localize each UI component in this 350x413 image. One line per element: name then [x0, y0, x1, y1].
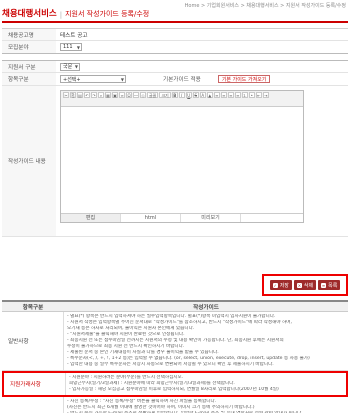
table-row: 지원가래사항 - 지원분야 : 지원하려는 분야(부문)를 반드시 선택하십시오.…	[2, 371, 348, 397]
indent-icon[interactable]: ⇥	[262, 92, 269, 98]
page-title: 채용대행서비스 | 지원서 작성가이드 등록/수정	[2, 9, 348, 23]
special-char-icon[interactable]: Ω	[126, 92, 132, 98]
row-label: 지원가래사항	[4, 373, 66, 395]
title-separator: |	[59, 11, 63, 19]
action-buttons: ✓ 저장 × 삭제 ≡ 목록	[262, 274, 348, 296]
delete-button[interactable]: × 삭제	[293, 280, 317, 290]
line-icon[interactable]: ―	[133, 92, 139, 98]
chevron-down-icon: ▼	[76, 44, 80, 50]
align-left-icon[interactable]: ≡	[213, 92, 220, 98]
item-select[interactable]: +선택+ ▼	[60, 75, 126, 83]
row-label: 일반사항	[2, 312, 64, 370]
row-label	[2, 397, 64, 413]
header-item: 항목구분	[22, 304, 44, 311]
align-center-icon[interactable]: ≡	[220, 92, 227, 98]
justify-icon[interactable]: ≡	[234, 92, 241, 98]
type-label: 지원서 구분	[2, 61, 56, 72]
redo-icon[interactable]: ↷	[91, 92, 97, 98]
find-icon[interactable]: ⌕	[98, 92, 104, 98]
save-label: 저장	[279, 282, 289, 289]
paste-icon[interactable]: ▤	[77, 92, 83, 98]
header-guide: 작성가이드	[193, 304, 219, 311]
editor-toolbar: ✂ ⎘ ▤ ↶ ↷ ⌕ ▦ ▣ ∞ Ω ― ◇ 글꼴 크기 B I U S A …	[61, 91, 303, 107]
field-select-value: 111	[63, 44, 73, 50]
form-row-type: 지원서 구분 국문 ▼	[2, 60, 348, 73]
align-right-icon[interactable]: ≡	[227, 92, 234, 98]
chevron-down-icon: ▼	[120, 76, 124, 82]
item-label: 항목구분	[2, 73, 56, 85]
guide-line: - 입력한 내용 중 일부 특수문자는 저장시 자동으로 변환되어 저장될 수 …	[67, 362, 274, 367]
field-select[interactable]: 111 ▼	[60, 43, 82, 51]
link-icon[interactable]: ∞	[119, 92, 125, 98]
default-guide-label: 기본가이드 적용	[163, 77, 201, 83]
field-label: 모집분야	[2, 41, 56, 53]
unordered-list-icon[interactable]: •	[248, 92, 255, 98]
row-guide-text: - 별표(*) 항목은 반드시 입력하셔야 하는 필수입력항목입니다. 별표(*…	[64, 312, 348, 370]
undo-icon[interactable]: ↶	[84, 92, 90, 98]
guide-line: - 입사가능일 : 해당 모집공고 접수마감일 이후로 입력하시되, 연월일 8…	[69, 387, 279, 392]
save-icon: ✓	[272, 282, 278, 288]
image-icon[interactable]: ▣	[112, 92, 118, 98]
row-guide-text: - 지원분야 : 지원하려는 분야(부문)를 반드시 선택하십시오. 희망근무지…	[66, 373, 346, 395]
table-row: 일반사항 - 별표(*) 항목은 반드시 입력하셔야 하는 필수입력항목입니다. …	[2, 312, 348, 371]
table-icon[interactable]: ▦	[105, 92, 111, 98]
load-default-guide-button[interactable]: 기본 가이드 가져오기	[217, 75, 271, 83]
table-row: - 사진 등록/수정 : "사진 등록/수정" 버튼을 클릭하여 사진 파일을 …	[2, 397, 348, 413]
form-row-notice: 채용공고명 테스트 공고	[2, 29, 348, 41]
guide-table-header: 항목구분 작성가이드	[2, 302, 348, 312]
save-button[interactable]: ✓ 저장	[269, 280, 292, 290]
italic-icon[interactable]: I	[178, 92, 185, 98]
bold-icon[interactable]: B	[171, 92, 178, 98]
source-icon[interactable]: ◇	[140, 92, 146, 98]
form-row-item: 항목구분 +선택+ ▼ 기본가이드 적용 기본 가이드 가져오기	[2, 73, 348, 86]
editor-body[interactable]	[61, 107, 303, 213]
list-button[interactable]: ≡ 목록	[318, 280, 341, 290]
copy-icon[interactable]: ⎘	[70, 92, 76, 98]
page-title-sub: 지원서 작성가이드 등록/수정	[65, 10, 150, 18]
delete-icon: ×	[296, 282, 302, 288]
page-title-main: 채용대행서비스	[2, 9, 57, 19]
list-icon: ≡	[321, 282, 327, 288]
ordered-list-icon[interactable]: ⒈	[241, 92, 248, 98]
guide-table: 항목구분 작성가이드 일반사항 - 별표(*) 항목은 반드시 입력하셔야 하는 …	[2, 300, 348, 413]
guide-table-body: 일반사항 - 별표(*) 항목은 반드시 입력하셔야 하는 필수입력항목입니다. …	[2, 312, 348, 413]
size-select[interactable]: 크기	[159, 92, 171, 98]
list-label: 목록	[328, 282, 338, 289]
guide-form: 채용공고명 테스트 공고 모집분야 111 ▼ 지원서 구분 국문 ▼ 항목구분 +…	[2, 28, 348, 237]
notice-label: 채용공고명	[2, 29, 56, 40]
type-select-value: 국문	[63, 64, 73, 70]
form-row-field: 모집분야 111 ▼	[2, 41, 348, 54]
underline-icon[interactable]: U	[185, 92, 192, 98]
font-color-icon[interactable]: A	[199, 92, 206, 98]
form-row-guide-content: 작성가이드 내용 ✂ ⎘ ▤ ↶ ↷ ⌕ ▦ ▣ ∞ Ω ― ◇ 글꼴 크기 B…	[2, 86, 348, 237]
strikethrough-icon[interactable]: S	[192, 92, 199, 98]
notice-value: 테스트 공고	[60, 32, 88, 39]
tab-html[interactable]: html	[121, 214, 181, 222]
rich-text-editor: ✂ ⎘ ▤ ↶ ↷ ⌕ ▦ ▣ ∞ Ω ― ◇ 글꼴 크기 B I U S A …	[60, 90, 304, 223]
delete-label: 삭제	[303, 282, 314, 289]
guide-content-label: 작성가이드 내용	[2, 86, 56, 236]
editor-tabs: 편집 html 미리보기	[61, 213, 303, 222]
bg-color-icon[interactable]: ▲	[206, 92, 213, 98]
type-select[interactable]: 국문 ▼	[60, 62, 80, 71]
row-guide-text: - 사진 등록/수정 : "사진 등록/수정" 버튼을 클릭하여 사진 파일을 …	[64, 397, 348, 413]
cut-icon[interactable]: ✂	[63, 92, 69, 98]
chevron-down-icon: ▼	[74, 64, 78, 69]
breadcrumb: Home > 기업회원서비스 > 채용대행서비스 > 지원서 작성가이드 등록/…	[184, 3, 346, 9]
font-select[interactable]: 글꼴	[147, 92, 159, 98]
outdent-icon[interactable]: ⇤	[255, 92, 262, 98]
item-select-value: +선택+	[63, 76, 81, 83]
tab-edit[interactable]: 편집	[61, 214, 121, 222]
tab-preview[interactable]: 미리보기	[181, 214, 241, 222]
